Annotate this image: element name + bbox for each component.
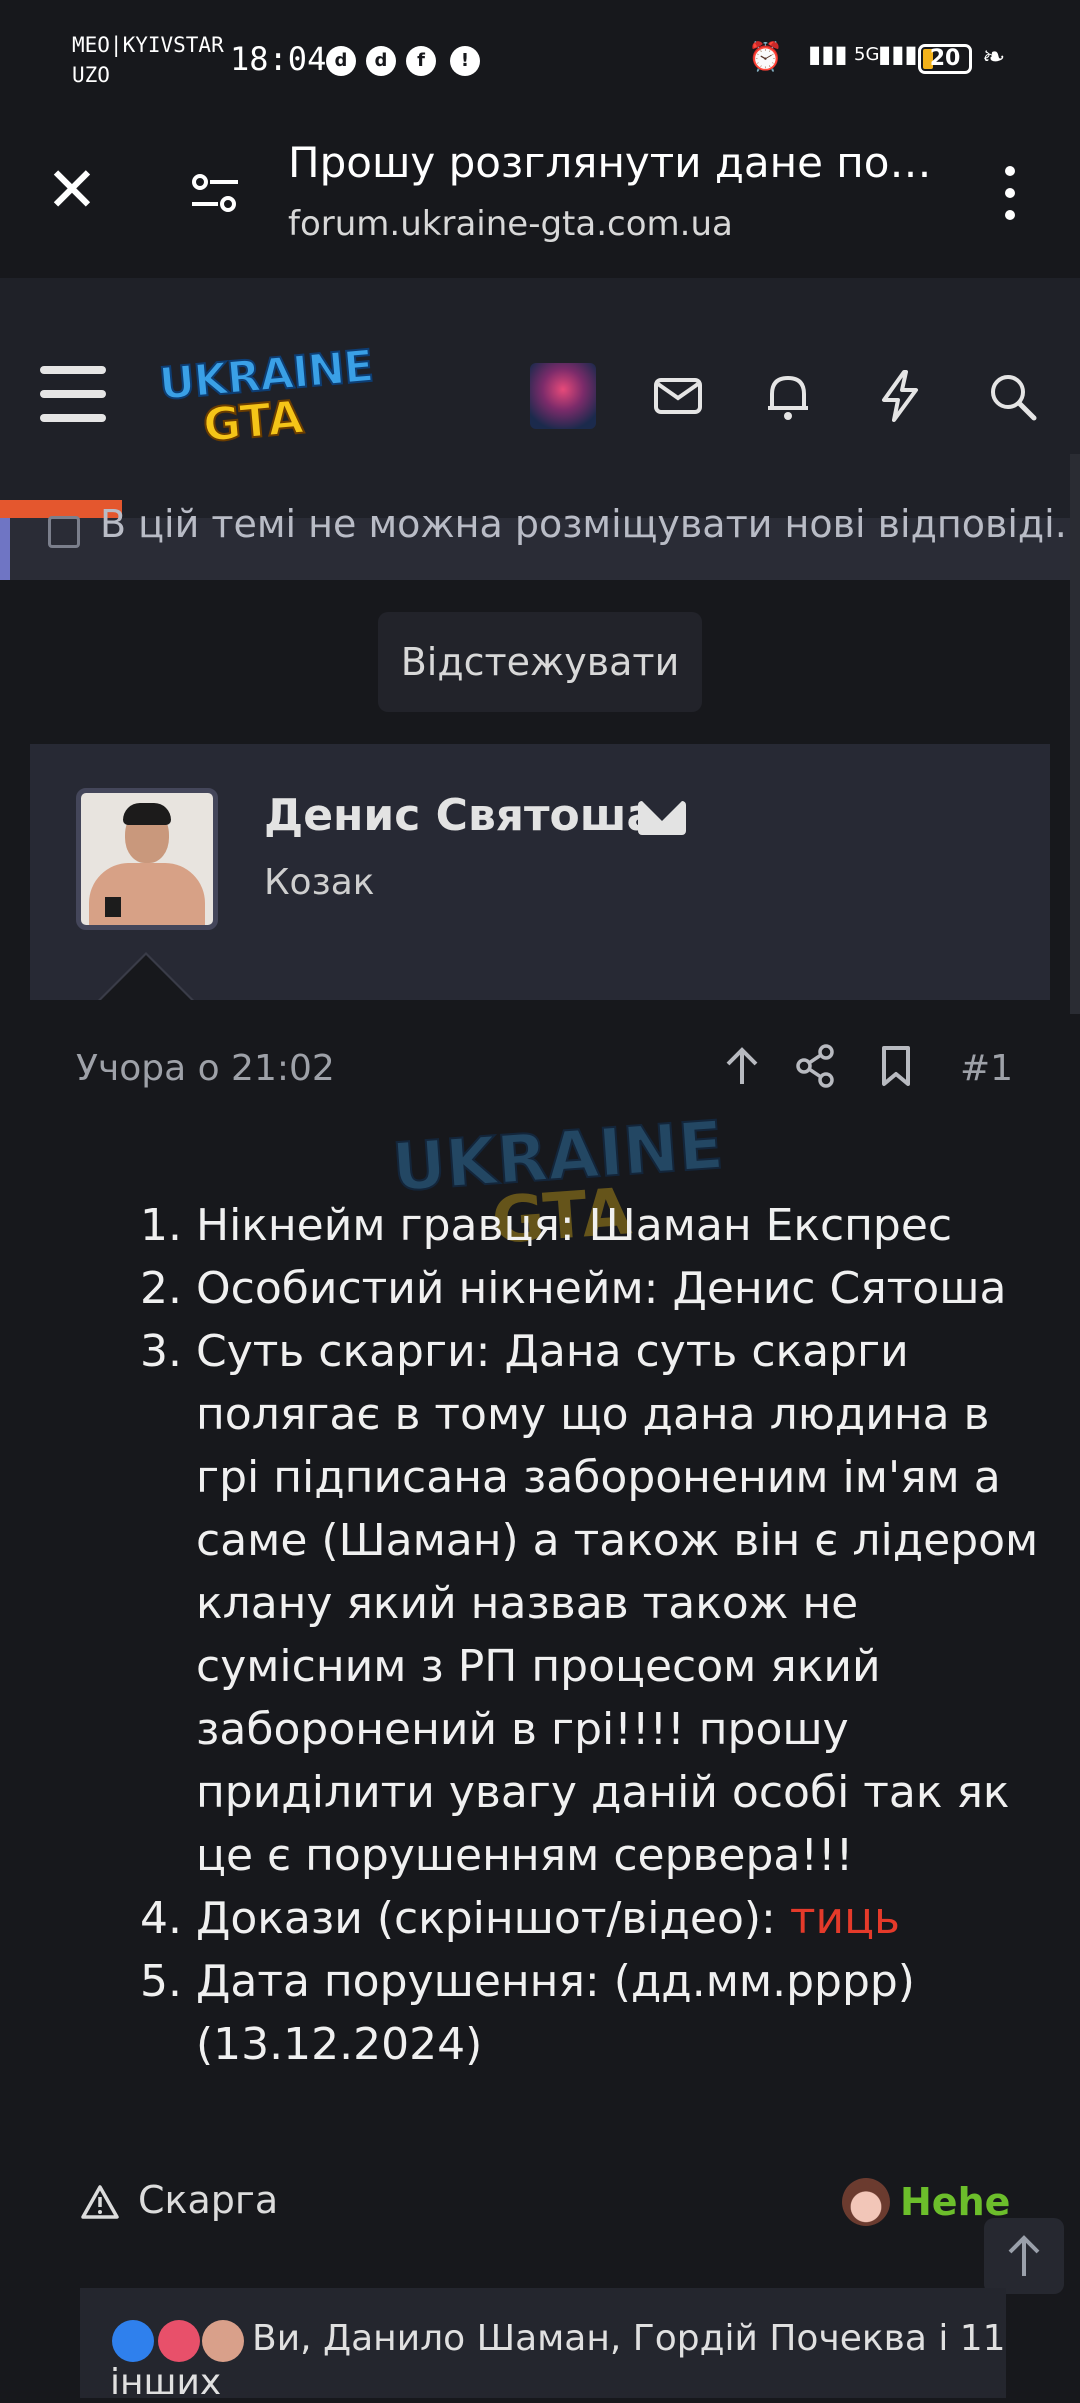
reactions-summary-more[interactable]: інших bbox=[110, 2362, 221, 2403]
alarm-icon: ⏰ bbox=[748, 40, 783, 73]
arrow-up-icon[interactable] bbox=[716, 1040, 768, 1092]
list-item: 5. Дата порушення: (дд.мм.рррр) (13.12.20… bbox=[140, 1956, 915, 2070]
love-icon bbox=[158, 2320, 200, 2362]
list-item: 4. Докази (скріншот/відео): тиць bbox=[140, 1893, 900, 1944]
like-icon bbox=[112, 2320, 154, 2362]
hehe-reaction-icon bbox=[202, 2320, 244, 2362]
mail-icon[interactable] bbox=[648, 366, 708, 426]
list-item: 2. Особистий нікнейм: Денис Сятоша bbox=[140, 1263, 1007, 1314]
page-title: Прошу розглянути дане пор... bbox=[288, 138, 948, 187]
watch-thread-button[interactable]: Відстежувати bbox=[378, 612, 702, 712]
more-menu-icon[interactable] bbox=[996, 166, 1024, 226]
bookmark-icon[interactable] bbox=[870, 1040, 922, 1092]
search-icon[interactable] bbox=[982, 366, 1042, 426]
user-avatar[interactable] bbox=[530, 363, 596, 429]
discord-icon: d bbox=[326, 46, 356, 76]
lightning-icon[interactable] bbox=[870, 366, 930, 426]
discord-icon: d bbox=[366, 46, 396, 76]
reaction-avatar bbox=[842, 2178, 890, 2226]
carrier-label: MEO|KYIVSTAR UZO bbox=[72, 33, 224, 87]
list-item: 3. Суть скарги: Дана суть скарги полягає … bbox=[140, 1326, 1039, 1881]
post-number[interactable]: #1 bbox=[960, 1048, 1013, 1089]
site-logo[interactable]: UKRAINE GTA bbox=[155, 340, 376, 454]
scrollbar[interactable] bbox=[1070, 454, 1080, 1014]
signal-icon: ▮▮▮ bbox=[808, 40, 848, 68]
page-url[interactable]: forum.ukraine-gta.com.ua bbox=[288, 204, 733, 244]
checkbox-icon bbox=[48, 516, 80, 548]
menu-icon[interactable] bbox=[40, 366, 106, 422]
leaf-icon: ❧ bbox=[982, 40, 1006, 73]
reactions-summary[interactable]: Ви, Данило Шаман, Гордій Почеква і 11 bbox=[252, 2318, 1006, 2359]
envelope-icon[interactable] bbox=[638, 801, 686, 835]
locked-thread-notice: В цій темі не можна розміщувати нові від… bbox=[0, 502, 1072, 580]
bell-icon[interactable] bbox=[758, 366, 818, 426]
facebook-icon: f bbox=[406, 46, 436, 76]
author-title: Козак bbox=[264, 862, 375, 903]
status-time: 18:04 bbox=[230, 40, 327, 78]
evidence-link[interactable]: тиць bbox=[790, 1893, 900, 1944]
author-avatar[interactable] bbox=[76, 788, 218, 930]
app-notification-icon: ! bbox=[450, 46, 480, 76]
scroll-to-top-button[interactable] bbox=[984, 2218, 1064, 2294]
warning-icon[interactable] bbox=[80, 2184, 120, 2220]
battery-icon: 20 bbox=[918, 44, 972, 74]
share-icon[interactable] bbox=[790, 1040, 842, 1092]
post-date[interactable]: Учора о 21:02 bbox=[76, 1048, 335, 1089]
author-name[interactable]: Денис Святоша bbox=[264, 790, 656, 841]
site-settings-icon[interactable] bbox=[188, 166, 244, 222]
list-item: 1. Нікнейм гравця: Шаман Експрес bbox=[140, 1200, 953, 1251]
report-button[interactable]: Скарга bbox=[138, 2178, 278, 2222]
close-icon[interactable]: ✕ bbox=[44, 159, 100, 221]
signal-icon-2: ▮▮▮ bbox=[878, 40, 918, 68]
network-type: 5G bbox=[854, 44, 880, 65]
panel-pointer-inner bbox=[100, 955, 192, 1001]
complaint-list: 1. Нікнейм гравця: Шаман Експрес 2. Особис… bbox=[140, 1194, 1056, 2076]
